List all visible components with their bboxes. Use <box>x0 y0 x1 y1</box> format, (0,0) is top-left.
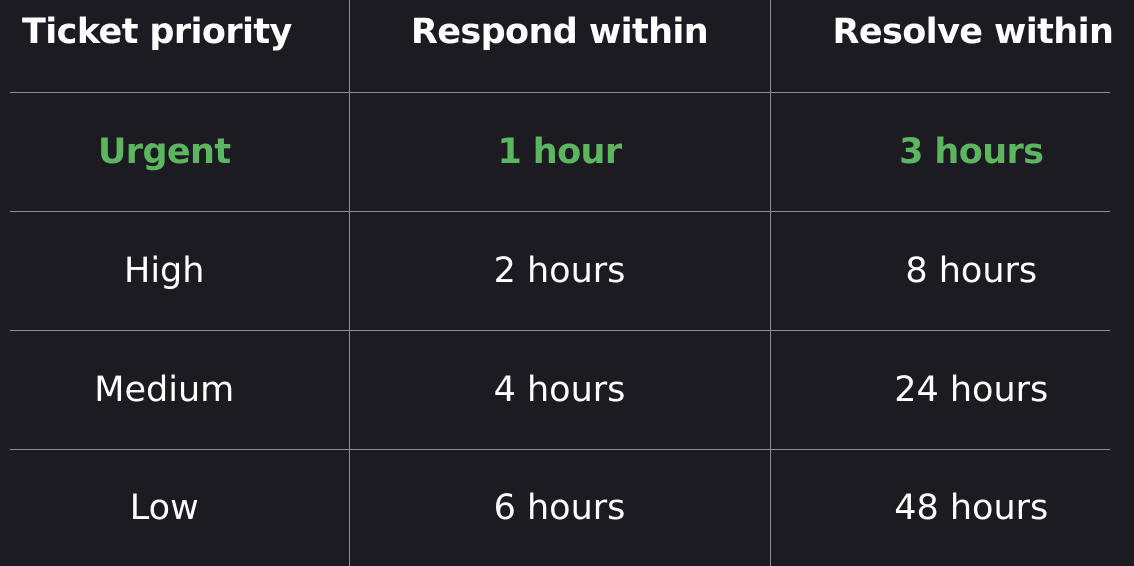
sla-table: Ticket priority Respond within Resolve w… <box>10 0 1114 566</box>
header-resolve-within: Resolve within <box>769 0 1114 92</box>
resolve-cell: 24 hours <box>769 329 1110 449</box>
header-row: Ticket priority Respond within Resolve w… <box>10 0 1114 92</box>
table-row: High 2 hours 8 hours <box>10 210 1110 330</box>
respond-cell: 2 hours <box>348 210 770 330</box>
table-row: Medium 4 hours 24 hours <box>10 329 1110 449</box>
resolve-cell: 48 hours <box>769 448 1110 566</box>
table-row: Low 6 hours 48 hours <box>10 448 1110 566</box>
priority-cell: Urgent <box>10 91 349 211</box>
priority-cell: High <box>10 210 349 330</box>
respond-cell: 4 hours <box>348 329 770 449</box>
priority-cell: Low <box>10 448 349 566</box>
resolve-cell: 3 hours <box>769 91 1110 211</box>
table-row: Urgent 1 hour 3 hours <box>10 91 1110 211</box>
priority-cell: Medium <box>10 329 349 449</box>
header-respond-within: Respond within <box>348 0 770 92</box>
header-ticket-priority: Ticket priority <box>22 11 292 52</box>
respond-cell: 6 hours <box>348 448 770 566</box>
resolve-cell: 8 hours <box>769 210 1110 330</box>
respond-cell: 1 hour <box>348 91 770 211</box>
